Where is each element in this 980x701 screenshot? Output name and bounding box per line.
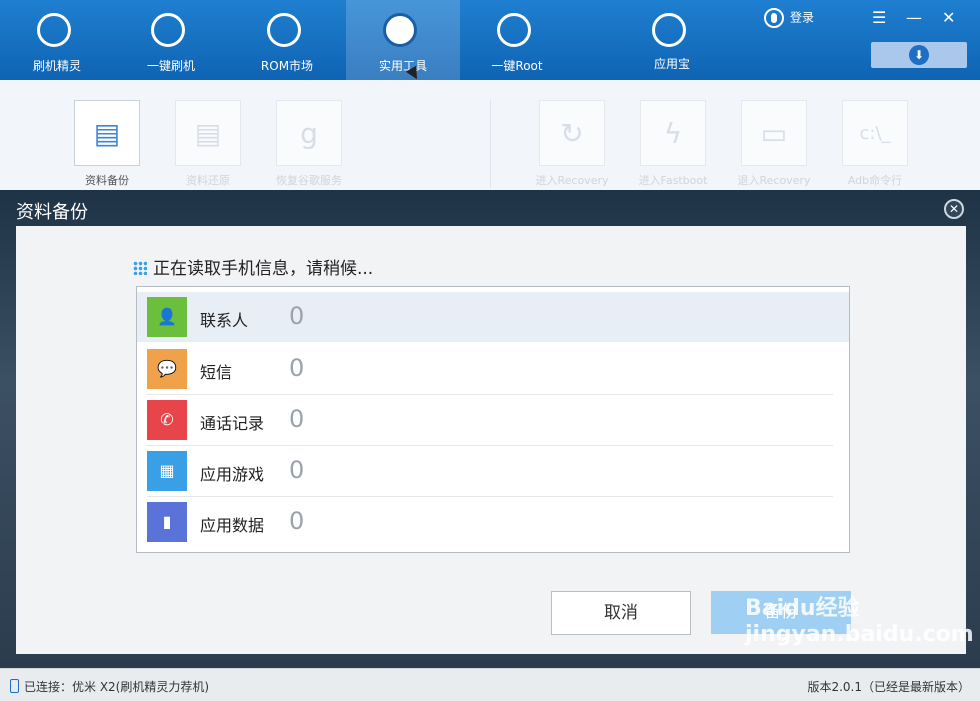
status-bar: 已连接：优米 X2(刷机精灵力荐机) 版本2.0.1（已经是最新版本） [0,668,980,701]
item-label: 应用游戏 [200,465,265,484]
tablet-icon: ▭ [760,117,788,150]
heading-text: 正在读取手机信息，请稍候... [153,259,374,279]
lightning-icon: ϟ [663,117,683,150]
contact-icon: 👤 [147,297,187,337]
tool-enter-fastboot[interactable]: ϟ 进入Fastboot [639,100,707,187]
r-icon [267,13,301,47]
item-count: 0 [289,302,305,330]
item-label: 通话记录 [200,414,265,433]
tool-label: 恢复谷歌服务 [276,174,342,187]
terminal-icon: c:\_ [859,123,891,144]
window-controls: 登录 ☰ — ✕ [760,0,980,80]
nav-label: 实用工具 [378,59,427,73]
login-button[interactable]: 登录 [764,8,814,28]
android-icon [497,13,531,47]
item-label: 应用数据 [200,516,265,535]
list-item-call-log[interactable]: ✆ 通话记录 0 [147,395,833,446]
nav-utilities[interactable]: 实用工具 [346,0,460,80]
list-item-apps[interactable]: ▦ 应用游戏 0 [147,446,833,497]
tool-enter-recovery[interactable]: ↻ 进入Recovery [535,100,609,187]
connection-status: 已连接：优米 X2(刷机精灵力荐机) [10,678,209,695]
version-status: 版本2.0.1（已经是最新版本） [807,680,970,694]
phone-icon: ✆ [147,400,187,440]
nav-label: ROM市场 [260,59,314,73]
item-count: 0 [289,507,305,535]
nav-label: 一键刷机 [146,59,195,73]
tool-exit-recovery[interactable]: ▭ 退入Recovery [737,100,811,187]
document-icon: ▤ [93,117,121,150]
item-count: 0 [289,456,305,484]
item-label: 联系人 [200,311,249,330]
close-icon[interactable]: ✕ [942,8,955,27]
app-store-icon [652,13,686,47]
tool-data-restore[interactable]: ▤ 资料还原 [175,100,241,187]
connection-text: 已连接：优米 X2(刷机精灵力荐机) [24,680,210,694]
cursor-icon [151,13,185,47]
item-label: 短信 [200,363,233,382]
tool-label: Adb命令行 [847,174,903,187]
login-label: 登录 [790,10,815,25]
list-item-contacts[interactable]: 👤 联系人 0 [137,292,849,342]
top-navigation-bar: 刷机精灵 一键刷机 ROM市场 实用工具 一键Root 应用宝 登录 ☰ — ✕… [0,0,980,80]
backup-items-list: 👤 联系人 0 💬 短信 0 ✆ 通话记录 0 ▦ 应用游戏 0 ▮ 应用数据 … [136,286,850,553]
tool-label: 资料备份 [85,174,129,187]
cancel-label: 取消 [604,603,638,623]
nav-rom-market[interactable]: ROM市场 [230,0,344,80]
divider [490,100,491,188]
tool-label: 进入Fastboot [638,174,708,187]
list-item-app-data[interactable]: ▮ 应用数据 0 [147,497,833,547]
menu-icon[interactable]: ☰ [872,8,886,27]
google-icon: g [300,117,318,150]
chart-icon: ▮ [147,502,187,542]
tool-label: 退入Recovery [737,174,811,187]
refresh-icon: ↻ [560,117,584,150]
watermark: Baidu经验 jingyan.baidu.com [745,596,974,647]
download-icon: ⬇ [909,45,929,65]
nav-flash-wizard[interactable]: 刷机精灵 [0,0,114,80]
phone-icon [10,679,19,693]
loading-dots-icon [133,261,147,275]
download-button[interactable]: ⬇ [871,42,967,68]
dialog-title: 资料备份 [16,202,88,223]
apps-icon: ▦ [147,451,187,491]
nav-label: 一键Root [491,59,543,73]
nav-app-store[interactable]: 应用宝 [615,0,729,80]
sms-icon: 💬 [147,349,187,389]
item-count: 0 [289,354,305,382]
tool-label: 进入Recovery [535,174,609,187]
tool-adb-command[interactable]: c:\_ Adb命令行 [842,100,908,187]
user-icon [764,8,784,28]
nav-one-click-flash[interactable]: 一键刷机 [114,0,228,80]
dialog-close-icon[interactable]: ✕ [944,199,964,219]
cancel-button[interactable]: 取消 [551,591,691,635]
shield-icon [37,13,71,47]
item-count: 0 [289,405,305,433]
tool-label: 资料还原 [186,174,230,187]
loading-heading: 正在读取手机信息，请稍候... [133,254,373,279]
tool-google-services[interactable]: g 恢复谷歌服务 [276,100,342,187]
list-item-sms[interactable]: 💬 短信 0 [147,344,833,395]
nav-label: 刷机精灵 [32,59,81,73]
nav-label: 应用宝 [653,57,690,71]
minimize-icon[interactable]: — [906,8,922,27]
nav-one-click-root[interactable]: 一键Root [460,0,574,80]
tool-data-backup[interactable]: ▤ 资料备份 [74,100,140,187]
restore-icon: ▤ [194,117,222,150]
grid-icon [383,13,417,47]
